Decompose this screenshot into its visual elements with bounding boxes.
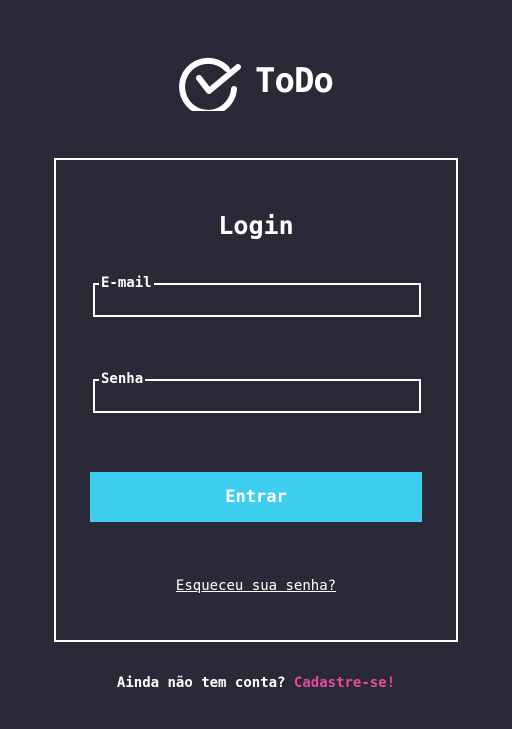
email-label: E-mail: [99, 275, 154, 291]
login-title: Login: [218, 211, 294, 240]
forgot-password-link[interactable]: Esqueceu sua senha?: [56, 577, 456, 595]
login-form: Login E-mail Senha Entrar Esqueceu sua s…: [54, 158, 458, 642]
password-field[interactable]: Senha: [93, 371, 421, 413]
email-field[interactable]: E-mail: [93, 275, 421, 317]
signup-link[interactable]: Cadastre-se!: [294, 675, 395, 691]
submit-button[interactable]: Entrar: [90, 472, 422, 522]
app-logo: ToDo: [177, 51, 334, 111]
password-label: Senha: [99, 371, 146, 387]
signup-row: Ainda não tem conta? Cadastre-se!: [0, 674, 512, 692]
app-name: ToDo: [255, 61, 334, 101]
signup-prompt: Ainda não tem conta?: [116, 675, 286, 691]
check-circle-icon: [179, 57, 241, 111]
